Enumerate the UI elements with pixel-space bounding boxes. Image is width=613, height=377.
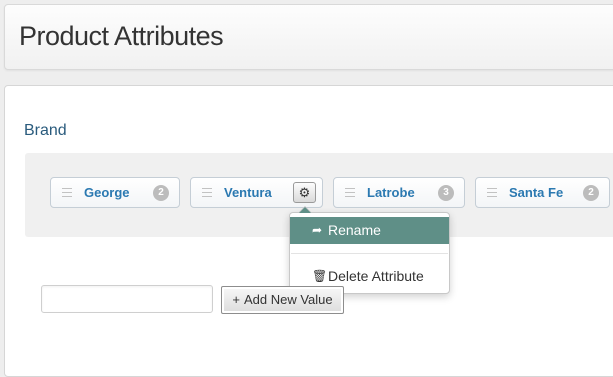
rename-menu-item[interactable]: ➦ Rename (290, 217, 449, 244)
usage-count-badge: 3 (438, 185, 454, 201)
value-context-menu: ➦ Rename 🗑 Delete Attribute (289, 206, 450, 294)
drag-handle-icon[interactable] (487, 188, 497, 197)
add-new-value-button[interactable]: + Add New Value (221, 286, 344, 314)
usage-count-badge: 2 (583, 185, 599, 201)
value-chip-latrobe[interactable]: Latrobe 3 (333, 177, 465, 208)
plus-icon: + (232, 292, 240, 307)
new-value-input[interactable] (41, 285, 213, 313)
attribute-name: Brand (24, 122, 67, 139)
add-new-value-label: Add New Value (243, 292, 333, 307)
page-title: Product Attributes (19, 21, 224, 51)
value-label[interactable]: Latrobe (367, 185, 415, 200)
header-panel: Product Attributes (4, 4, 613, 70)
value-chip-george[interactable]: George 2 (50, 177, 180, 208)
rename-label: Rename (328, 222, 381, 238)
drag-handle-icon[interactable] (345, 188, 355, 197)
usage-count-badge: 2 (153, 185, 169, 201)
value-label[interactable]: George (84, 185, 130, 200)
share-arrow-icon: ➦ (312, 223, 323, 237)
delete-attribute-label: Delete Attribute (328, 268, 424, 284)
value-label[interactable]: Ventura (224, 185, 272, 200)
value-chip-ventura[interactable]: Ventura ⚙ (190, 177, 323, 208)
gear-icon[interactable]: ⚙ (293, 182, 316, 203)
menu-divider (291, 253, 448, 254)
drag-handle-icon[interactable] (202, 188, 212, 197)
value-chip-santa-fe[interactable]: Santa Fe 2 (475, 177, 610, 208)
drag-handle-icon[interactable] (62, 188, 72, 197)
value-label[interactable]: Santa Fe (509, 185, 563, 200)
